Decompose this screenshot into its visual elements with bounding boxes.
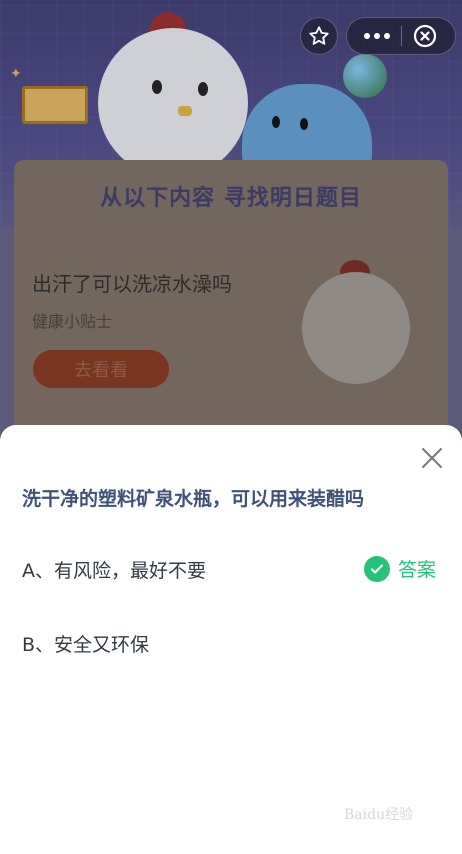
chicken-beak-illustration: [178, 106, 192, 116]
answer-label: 答案: [398, 559, 437, 581]
more-button[interactable]: [353, 18, 401, 54]
exit-button[interactable]: [402, 18, 450, 54]
close-circle-icon: [414, 24, 437, 48]
chicken-eye-illustration: [198, 82, 208, 96]
article-title: 出汗了可以洗凉水澡吗: [32, 272, 232, 296]
favorite-button[interactable]: [300, 17, 338, 55]
mini-program-controls: [300, 17, 456, 55]
quiz-option-b[interactable]: B、安全又环保: [22, 630, 149, 657]
answer-indicator: 答案: [364, 555, 436, 582]
blue-mascot-eye-illustration: [272, 116, 280, 128]
check-icon: [364, 555, 390, 582]
chicken-mascot-illustration: [98, 28, 248, 178]
article-subtitle: 健康小贴士: [32, 312, 113, 331]
chicken-mascot-illustration: [302, 272, 410, 384]
chicken-eye-illustration: [152, 80, 162, 94]
go-see-button[interactable]: 去看看: [33, 350, 169, 388]
blue-mascot-eye-illustration: [300, 118, 308, 130]
sparkle-icon: ✦: [10, 66, 22, 82]
close-icon: [422, 448, 442, 468]
watermark: Baidu经验: [344, 807, 414, 823]
quiz-question: 洗干净的塑料矿泉水瓶，可以用来装醋吗: [22, 488, 365, 510]
medal-frame-illustration: [22, 86, 88, 124]
capsule-menu: [346, 17, 456, 55]
globe-illustration: [343, 54, 387, 98]
sheet-close-button[interactable]: [418, 444, 446, 472]
more-dots-icon: [363, 33, 390, 39]
quiz-option-a[interactable]: A、有风险，最好不要: [22, 556, 206, 583]
section-title: 从以下内容 寻找明日题目: [100, 186, 362, 211]
star-outline-icon: [309, 26, 329, 45]
